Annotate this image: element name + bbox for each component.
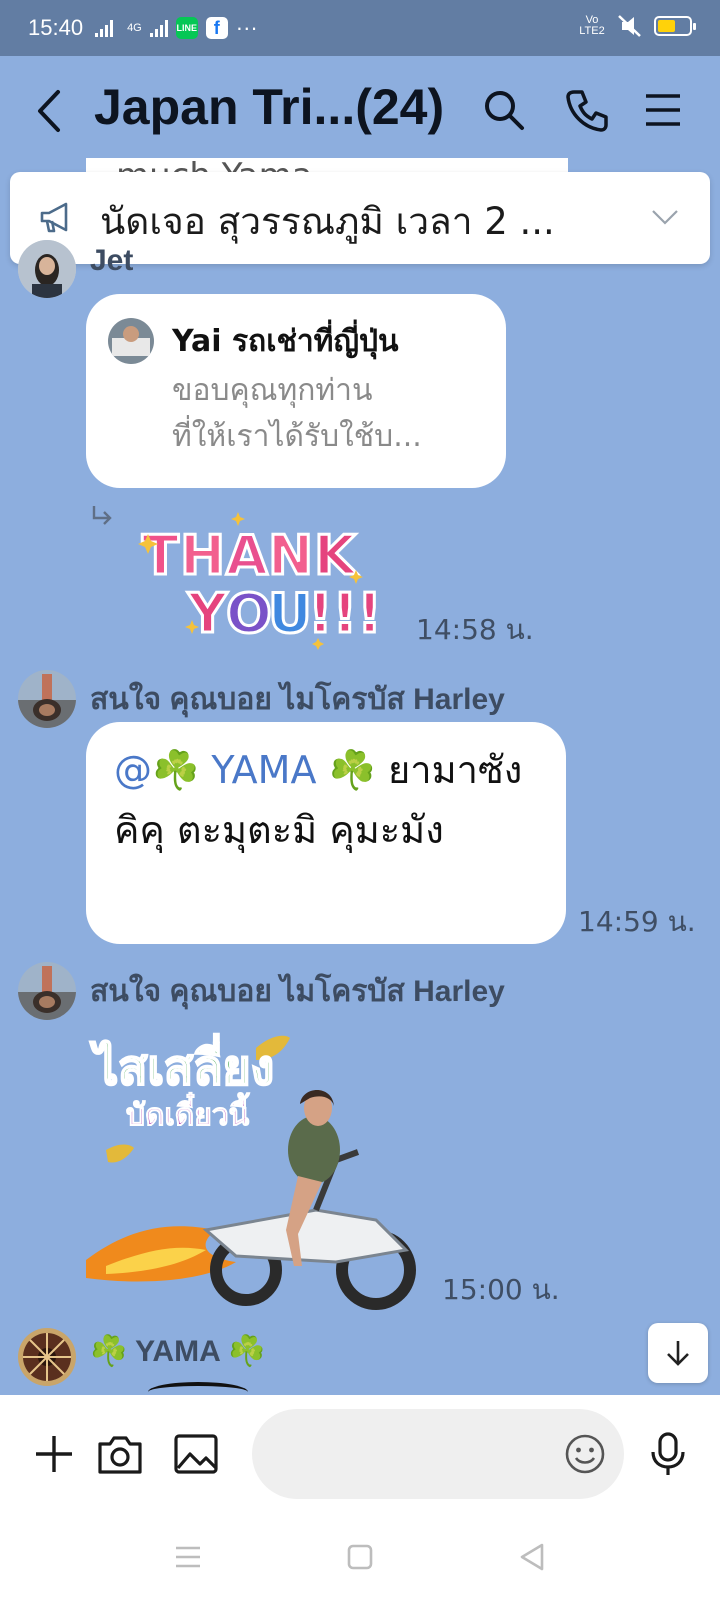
motorbike-sticker[interactable]: ไสเสลี่ยง บัดเดี๋ยวนี้ — [86, 1030, 432, 1310]
sender-name: ☘️ YAMA ☘️ — [90, 1334, 265, 1369]
mention-at[interactable]: @ — [114, 748, 152, 792]
clover-emoji: ☘️ — [152, 748, 200, 792]
svg-text:A: A — [226, 524, 268, 587]
svg-text:Y: Y — [187, 582, 228, 645]
sticker-text-2: บัดเดี๋ยวนี้ — [125, 1098, 250, 1134]
message-time: 14:59 น. — [578, 905, 696, 938]
facebook-app-icon: f — [205, 17, 228, 39]
recent-apps-icon[interactable] — [168, 1537, 208, 1577]
home-icon[interactable] — [340, 1537, 380, 1577]
network-type: 4G — [127, 22, 142, 34]
svg-text:T: T — [142, 524, 179, 587]
chevron-down-icon[interactable] — [650, 202, 680, 232]
sender-name: สนใจ คุณบอย ไมโครบัส Harley — [90, 975, 505, 1008]
microphone-icon[interactable] — [644, 1430, 692, 1478]
image-icon[interactable] — [172, 1430, 220, 1478]
message-input-bar — [0, 1395, 720, 1515]
clover-emoji: ☘️ — [90, 1335, 128, 1368]
svg-text:H: H — [180, 524, 225, 587]
message-time: 14:58 น. — [416, 613, 534, 646]
status-time: 15:40 — [28, 15, 84, 40]
svg-text:O: O — [226, 582, 272, 645]
reply-preview-text: ขอบคุณทุกท่าน ที่ให้เราได้รับใช้บ... — [172, 368, 472, 460]
avatar[interactable] — [18, 670, 76, 728]
reply-line-2: ที่ให้เราได้รับใช้บ... — [172, 419, 422, 454]
reply-arrow-icon — [92, 506, 112, 525]
reply-sender-name: Yai รถเช่าที่ญี่ปุ่น — [172, 324, 399, 359]
hamburger-menu-icon[interactable] — [640, 86, 688, 134]
signal-icon — [95, 19, 114, 37]
reply-line-1: ขอบคุณทุกท่าน — [172, 373, 373, 408]
clover-emoji: ☘️ — [328, 748, 376, 792]
system-navigation-bar — [0, 1515, 720, 1600]
svg-text:N: N — [268, 524, 313, 587]
chat-header: Japan Tri...(24) — [0, 56, 720, 166]
signal-icon-2 — [149, 19, 168, 37]
mute-vibrate-icon — [618, 15, 641, 37]
sender-name: สนใจ คุณบอย ไมโครบัส Harley — [90, 683, 505, 716]
svg-text:U: U — [268, 582, 312, 645]
message-text: @☘️ YAMA ☘️ ยามาซัง คิคุ ตะมุตะมิ คุมะมั… — [114, 740, 534, 860]
avatar[interactable] — [18, 1328, 76, 1386]
message-time: 15:00 น. — [442, 1273, 560, 1306]
line-app-icon: LINE — [175, 17, 198, 39]
back-button[interactable] — [30, 86, 70, 136]
thank-you-sticker[interactable]: T H A N K Y O U !!! — [128, 510, 396, 650]
reply-message-bubble[interactable]: Yai รถเช่าที่ญี่ปุ่น ขอบคุณทุกท่าน ที่ให… — [86, 294, 506, 488]
phone-icon[interactable] — [564, 86, 612, 134]
reply-avatar — [108, 318, 154, 364]
camera-icon[interactable] — [96, 1430, 144, 1478]
mention-name[interactable]: YAMA — [211, 748, 316, 792]
avatar[interactable] — [18, 240, 76, 298]
status-bar: 15:40 4G LINE f ··· Vo LTE2 — [0, 0, 720, 56]
plus-icon[interactable] — [30, 1430, 78, 1478]
battery-icon — [654, 16, 696, 36]
sender-name: Jet — [90, 244, 134, 277]
clover-emoji: ☘️ — [227, 1335, 266, 1368]
search-icon[interactable] — [480, 86, 528, 134]
emoji-icon[interactable] — [564, 1433, 606, 1475]
announcement-text: นัดเจอ สุวรรณภูมิ เวลา 2 ... — [100, 200, 555, 243]
svg-text:!!!: !!! — [308, 582, 382, 645]
avatar[interactable] — [18, 962, 76, 1020]
chat-title[interactable]: Japan Tri...(24) — [94, 78, 444, 136]
back-nav-icon[interactable] — [512, 1537, 552, 1577]
more-notifications-icon: ··· — [235, 15, 258, 40]
volte-indicator: Vo LTE2 — [579, 14, 605, 37]
arrow-down-icon — [667, 1341, 689, 1366]
megaphone-icon — [40, 202, 68, 233]
scroll-to-bottom-button[interactable] — [648, 1323, 708, 1383]
sender-name-text: YAMA — [135, 1335, 220, 1368]
message-bubble[interactable]: @☘️ YAMA ☘️ ยามาซัง คิคุ ตะมุตะมิ คุมะมั… — [86, 722, 566, 944]
